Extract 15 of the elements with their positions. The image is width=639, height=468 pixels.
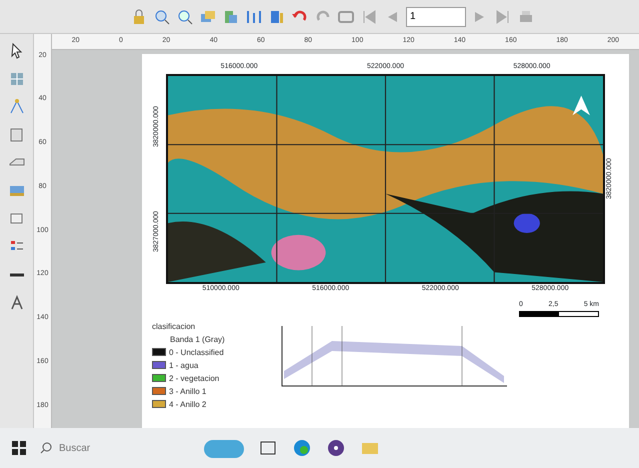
legend-label: 0 - Unclassified: [169, 348, 224, 356]
start-icon[interactable]: [12, 441, 26, 455]
zoom-icon[interactable]: [176, 8, 194, 26]
legend-label: 3 - Anillo 1: [169, 386, 206, 396]
zoom-icon[interactable]: [153, 8, 171, 26]
legend-layer: Banda 1 (Gray): [169, 334, 226, 346]
disc-icon[interactable]: [326, 438, 346, 458]
search-icon: [40, 442, 52, 454]
legend-label: 1 - agua: [169, 360, 198, 370]
legend-label: 4 - Anillo 2: [169, 400, 206, 408]
search-field[interactable]: Buscar: [57, 440, 167, 456]
legend-title: clasificacion: [152, 320, 196, 332]
legend-label: 2 - vegetacion: [169, 374, 220, 382]
page-field[interactable]: 1: [406, 6, 466, 26]
browser-icon[interactable]: [292, 438, 312, 458]
